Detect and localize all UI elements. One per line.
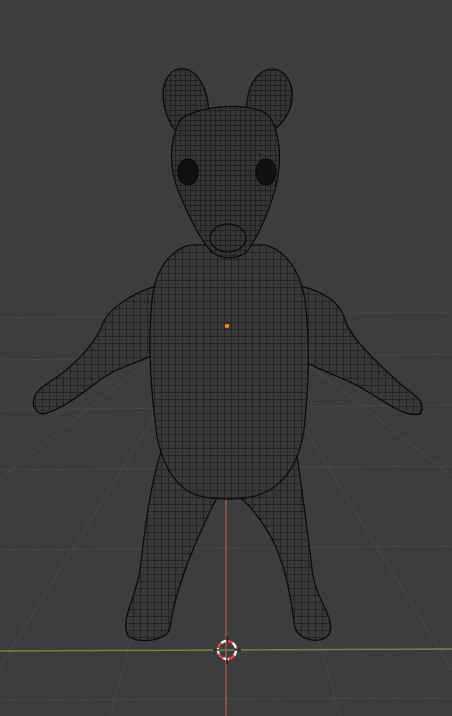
left-eye [177,158,199,186]
right-eye [255,158,277,186]
torso [149,244,310,500]
3d-viewport[interactable] [0,0,452,716]
viewport-canvas[interactable] [0,0,452,716]
object-origin-icon[interactable] [223,322,231,330]
snout [209,223,247,253]
